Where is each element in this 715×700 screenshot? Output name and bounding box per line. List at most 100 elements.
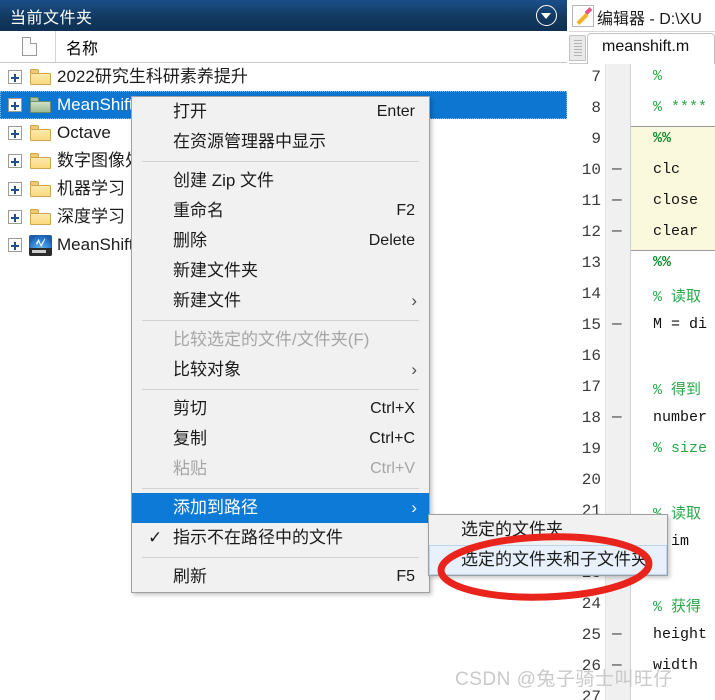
executable-line-marker[interactable]: —	[612, 625, 622, 643]
code-line: 15 — M = di	[569, 312, 715, 343]
menu-item[interactable]: 复制 Ctrl+C	[132, 424, 429, 454]
code-text: %%	[653, 130, 672, 147]
menu-item-shortcut: F2	[396, 202, 415, 219]
menu-item[interactable]: 删除 Delete	[132, 226, 429, 256]
context-menu[interactable]: 打开 Enter 在资源管理器中显示 创建 Zip 文件重命名 F2 删除 Delete 新建…	[131, 96, 430, 593]
plus-box-icon[interactable]	[8, 238, 22, 252]
menu-item-label: 在资源管理器中显示	[173, 132, 326, 151]
line-number: 25	[581, 626, 601, 644]
menu-item[interactable]: 刷新 F5	[132, 562, 429, 592]
executable-line-marker[interactable]: —	[612, 315, 622, 333]
code-line: 7%	[569, 64, 715, 95]
menu-item-label: 刷新	[173, 567, 207, 586]
column-header-name[interactable]: 名称	[66, 35, 98, 59]
executable-line-marker[interactable]: —	[612, 160, 622, 178]
code-text: M = di	[653, 316, 708, 333]
menu-item-shortcut: Delete	[368, 232, 415, 249]
line-number: 10	[581, 161, 601, 179]
line-number: 20	[581, 471, 601, 489]
menu-item-shortcut: Ctrl+X	[370, 400, 415, 417]
line-number: 9	[591, 130, 601, 148]
tree-item-label: 机器学习	[57, 179, 125, 198]
tab-grip-icon[interactable]	[569, 35, 586, 61]
menu-item-label: 剪切	[173, 399, 207, 418]
menu-separator	[132, 316, 429, 325]
line-number: 12	[581, 223, 601, 241]
menu-item[interactable]: 比较对象 ›	[132, 355, 429, 385]
code-line: 9%%	[569, 126, 715, 157]
code-text: height	[653, 626, 708, 643]
tree-row[interactable]: 2022研究生科研素养提升	[0, 63, 567, 91]
submenu-item[interactable]: 选定的文件夹和子文件夹	[429, 545, 667, 575]
code-text: %	[653, 68, 663, 85]
menu-item[interactable]: 重命名 F2	[132, 196, 429, 226]
menu-item-shortcut: Enter	[376, 103, 415, 120]
menu-item[interactable]: 新建文件夹	[132, 256, 429, 286]
code-editor-area[interactable]: 7% 8% **** 9%% 10— clc 11— close 12— clear 13%% 14…	[569, 64, 715, 700]
folder-icon	[30, 181, 51, 197]
menu-item-shortcut: Ctrl+V	[370, 460, 415, 477]
editor-panel: 编辑器 - D:\XU meanshift.m 7% 8 % **** 9%% 10 — c…	[569, 0, 715, 700]
csdn-watermark: CSDN @兔子骑士叫旺仔	[455, 669, 673, 690]
menu-item-label: 比较对象	[173, 360, 241, 379]
plus-box-icon[interactable]	[8, 126, 22, 140]
menu-item[interactable]: 打开 Enter	[132, 97, 429, 127]
panel-title: 当前文件夹	[10, 10, 93, 27]
plus-box-icon[interactable]	[8, 182, 22, 196]
line-number: 13	[581, 254, 601, 272]
tab-meanshift[interactable]: meanshift.m	[587, 33, 715, 64]
column-header-icon-cell[interactable]	[0, 31, 56, 62]
menu-separator	[132, 385, 429, 394]
menu-item-shortcut: F5	[396, 568, 415, 585]
submenu-item-label: 选定的文件夹	[461, 520, 563, 539]
menu-item-label: 打开	[173, 102, 207, 121]
menu-item-label: 新建文件	[173, 291, 241, 310]
executable-line-marker[interactable]: —	[612, 191, 622, 209]
plus-box-icon[interactable]	[8, 70, 22, 84]
line-number: 14	[581, 285, 601, 303]
menu-item[interactable]: ✓ 指示不在路径中的文件	[132, 523, 429, 553]
menu-separator	[132, 553, 429, 562]
menu-item[interactable]: 添加到路径 ›	[132, 493, 429, 523]
folder-green-icon	[30, 97, 51, 113]
code-text: % 得到	[653, 382, 702, 399]
code-line: 24 % 获得	[569, 591, 715, 622]
code-text: % 读取	[653, 289, 702, 306]
current-folder-titlebar: 当前文件夹	[0, 0, 567, 31]
folder-icon	[30, 209, 51, 225]
executable-line-marker[interactable]: —	[612, 408, 622, 426]
plus-box-icon[interactable]	[8, 154, 22, 168]
chevron-down-circle-icon[interactable]	[536, 5, 557, 26]
menu-item: 粘贴 Ctrl+V	[132, 454, 429, 484]
menu-item-label: 新建文件夹	[173, 261, 258, 280]
menu-item[interactable]: 在资源管理器中显示	[132, 127, 429, 157]
code-line: 25 — height	[569, 622, 715, 653]
chevron-right-icon: ›	[411, 360, 417, 379]
editor-titlebar: 编辑器 - D:\XU	[569, 0, 715, 32]
menu-item[interactable]: 新建文件 ›	[132, 286, 429, 316]
menu-item[interactable]: 剪切 Ctrl+X	[132, 394, 429, 424]
chevron-right-icon: ›	[411, 291, 417, 310]
code-line: 14 % 读取	[569, 281, 715, 312]
code-text: close	[653, 192, 699, 209]
code-line: 11 — close	[569, 188, 715, 219]
submenu-item-label: 选定的文件夹和子文件夹	[461, 550, 648, 569]
matlab-app-icon	[29, 235, 52, 256]
line-number: 7	[591, 68, 601, 86]
menu-item-label: 创建 Zip 文件	[173, 171, 275, 190]
code-text: % size	[653, 440, 708, 457]
executable-line-marker[interactable]: —	[612, 222, 622, 240]
menu-item-label: 粘贴	[173, 459, 207, 478]
line-number: 11	[581, 192, 601, 210]
menu-item[interactable]: 创建 Zip 文件	[132, 166, 429, 196]
add-to-path-submenu[interactable]: 选定的文件夹选定的文件夹和子文件夹	[428, 514, 668, 576]
plus-box-icon[interactable]	[8, 210, 22, 224]
plus-box-icon[interactable]	[8, 98, 22, 112]
code-text: number	[653, 409, 708, 426]
line-number: 17	[581, 378, 601, 396]
editor-title: 编辑器 - D:\XU	[597, 11, 702, 28]
submenu-item[interactable]: 选定的文件夹	[429, 515, 667, 545]
line-number: 24	[581, 595, 601, 613]
line-number: 18	[581, 409, 601, 427]
folder-icon	[30, 125, 51, 141]
